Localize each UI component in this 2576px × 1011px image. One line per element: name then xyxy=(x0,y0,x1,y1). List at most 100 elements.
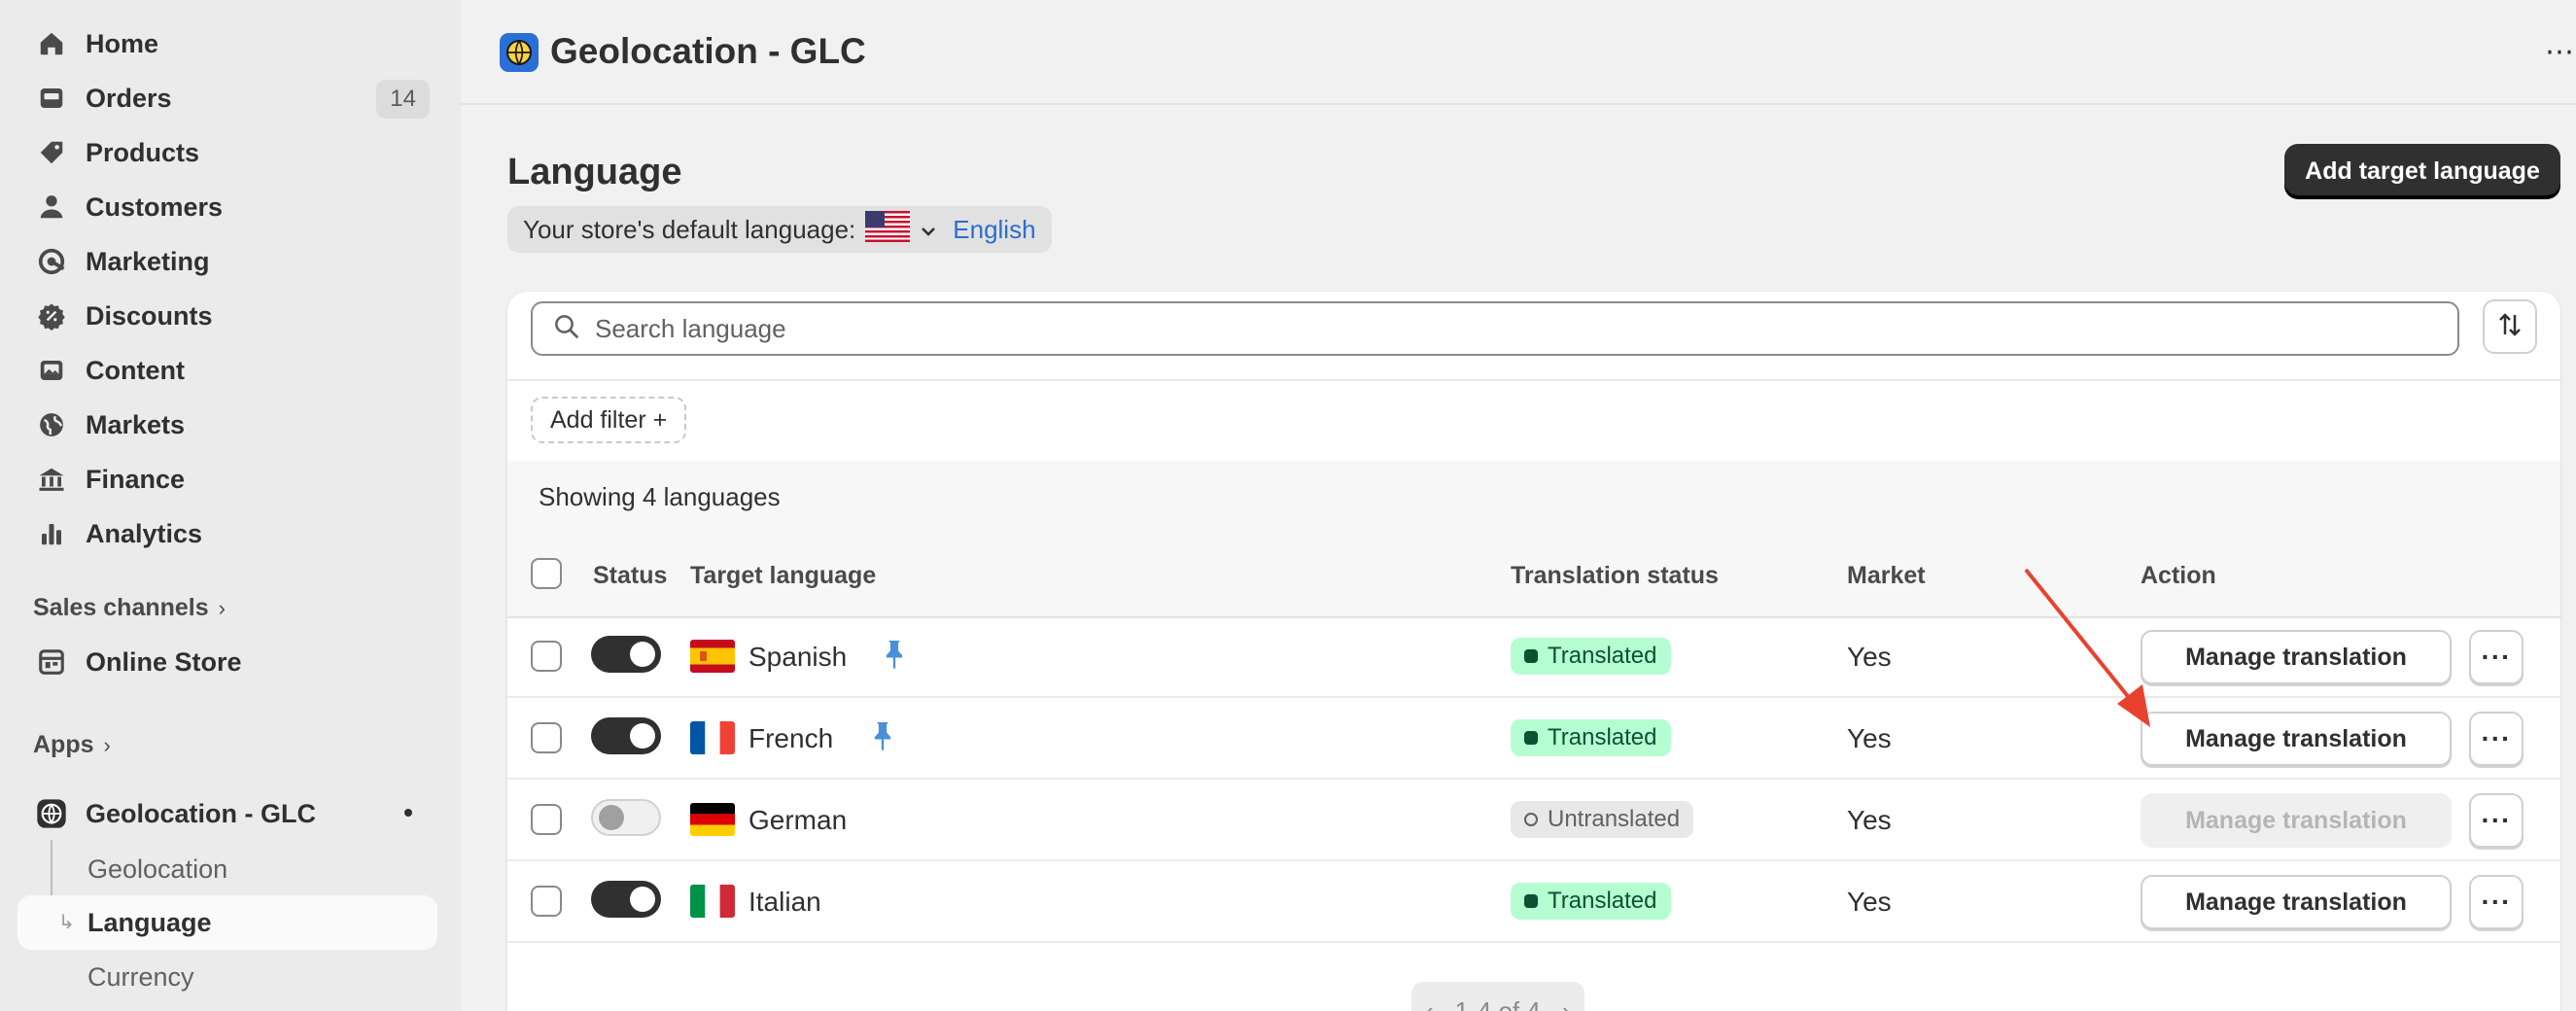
row-more-actions-button[interactable]: ··· xyxy=(2469,875,2524,929)
header-status[interactable]: Status xyxy=(593,562,667,590)
pin-icon[interactable] xyxy=(869,719,896,757)
store-icon xyxy=(35,645,68,679)
apps-label: Apps xyxy=(33,731,94,758)
nav-label: Home xyxy=(86,28,159,58)
nav-products[interactable]: Products xyxy=(17,125,437,180)
nav-orders[interactable]: Orders 14 xyxy=(17,71,437,125)
nav-label: Finance xyxy=(86,464,186,494)
translation-status-badge: Translated xyxy=(1511,638,1671,675)
nav-label: Customers xyxy=(86,192,224,222)
translation-status-badge: Translated xyxy=(1511,883,1671,920)
nav-discounts[interactable]: Discounts xyxy=(17,289,437,343)
pagination: ‹ 1-4 of 4 › xyxy=(1411,982,1584,1011)
row-more-actions-button[interactable]: ··· xyxy=(2469,712,2524,766)
nav-label: Markets xyxy=(86,409,186,439)
row-checkbox[interactable] xyxy=(531,641,562,672)
subnav-language[interactable]: Language xyxy=(17,895,437,950)
pin-icon[interactable] xyxy=(881,638,908,676)
row-checkbox[interactable] xyxy=(531,804,562,835)
nav-marketing[interactable]: Marketing xyxy=(17,234,437,289)
manage-translation-button: Manage translation xyxy=(2141,793,2452,848)
france-flag-icon xyxy=(690,721,735,754)
language-name: Spanish xyxy=(748,642,848,672)
status-dot-icon xyxy=(1524,894,1538,908)
divider xyxy=(507,379,2560,381)
sort-button[interactable] xyxy=(2483,299,2537,354)
person-icon xyxy=(35,191,68,224)
table-row: Spanish Translated Yes Manage translatio… xyxy=(507,616,2560,698)
row-checkbox[interactable] xyxy=(531,886,562,917)
sales-channels-heading[interactable]: Sales channels › xyxy=(33,594,226,622)
prev-page-icon[interactable]: ‹ xyxy=(1425,996,1434,1011)
language-name: French xyxy=(748,723,834,753)
nav-app-geolocation-glc[interactable]: Geolocation - GLC xyxy=(17,786,437,841)
toggle-knob xyxy=(630,887,655,912)
bank-icon xyxy=(35,463,68,496)
status-toggle[interactable] xyxy=(591,636,661,673)
header-translation-status[interactable]: Translation status xyxy=(1511,562,1719,590)
more-icon[interactable]: ⋯ xyxy=(2545,35,2576,69)
market-value: Yes xyxy=(1847,887,1892,917)
ellipsis-icon: ··· xyxy=(2481,723,2512,753)
app-logo-icon xyxy=(500,33,539,72)
status-dot-icon xyxy=(1524,813,1538,826)
row-more-actions-button[interactable]: ··· xyxy=(2469,630,2524,684)
manage-translation-button[interactable]: Manage translation xyxy=(2141,712,2452,766)
nav-label: Online Store xyxy=(86,646,242,677)
nav-content[interactable]: Content xyxy=(17,343,437,398)
app-topbar: Geolocation - GLC ⋯ xyxy=(461,0,2576,105)
search-field[interactable] xyxy=(531,301,2459,356)
add-target-language-button[interactable]: Add target language xyxy=(2284,144,2560,198)
languages-card: Add filter + Showing 4 languages Status … xyxy=(507,292,2560,1011)
ellipsis-icon: ··· xyxy=(2481,642,2512,672)
status-toggle[interactable] xyxy=(591,799,661,836)
chevron-right-icon: › xyxy=(218,595,226,620)
nav-customers[interactable]: Customers xyxy=(17,180,437,234)
nav-label: Products xyxy=(86,137,200,167)
nav-online-store[interactable]: Online Store xyxy=(17,635,437,689)
status-label: Translated xyxy=(1548,888,1657,914)
select-all-checkbox[interactable] xyxy=(531,558,562,589)
nav-label: Discounts xyxy=(86,300,213,331)
translation-status-badge: Untranslated xyxy=(1511,801,1694,838)
manage-translation-button[interactable]: Manage translation xyxy=(2141,630,2452,684)
nav-home[interactable]: Home xyxy=(17,17,437,71)
status-toggle[interactable] xyxy=(591,717,661,754)
nav-label: Marketing xyxy=(86,246,210,276)
ellipsis-icon: ··· xyxy=(2481,805,2512,835)
default-language-bar[interactable]: Your store's default language: English xyxy=(507,206,1052,253)
nav-analytics[interactable]: Analytics xyxy=(17,506,437,561)
header-target-language[interactable]: Target language xyxy=(690,562,876,590)
row-checkbox[interactable] xyxy=(531,722,562,753)
nav-markets[interactable]: Markets xyxy=(17,398,437,452)
apps-heading[interactable]: Apps › xyxy=(33,731,111,759)
sort-arrows-icon xyxy=(2495,310,2524,344)
orders-icon xyxy=(35,82,68,115)
manage-translation-button[interactable]: Manage translation xyxy=(2141,875,2452,929)
add-filter-button[interactable]: Add filter + xyxy=(531,397,687,443)
app-globe-icon xyxy=(35,797,68,830)
pagination-label: 1-4 of 4 xyxy=(1454,995,1541,1011)
header-market[interactable]: Market xyxy=(1847,562,1926,590)
default-language-link[interactable]: English xyxy=(953,215,1035,245)
market-value: Yes xyxy=(1847,642,1892,672)
next-page-icon[interactable]: › xyxy=(1562,996,1571,1011)
germany-flag-icon xyxy=(690,803,735,836)
chevron-down-icon[interactable] xyxy=(920,215,937,245)
market-value: Yes xyxy=(1847,723,1892,753)
default-language-label: Your store's default language: xyxy=(523,214,856,244)
language-name: German xyxy=(748,805,848,835)
status-label: Translated xyxy=(1548,643,1657,669)
toggle-knob xyxy=(599,805,624,830)
subnav-currency[interactable]: Currency xyxy=(87,962,194,993)
search-input[interactable] xyxy=(595,313,2345,344)
tree-hook-icon: ↳ xyxy=(58,912,75,933)
row-more-actions-button[interactable]: ··· xyxy=(2469,793,2524,848)
italy-flag-icon xyxy=(690,885,735,918)
status-toggle[interactable] xyxy=(591,881,661,918)
discount-icon xyxy=(35,299,68,332)
subnav-geolocation[interactable]: Geolocation xyxy=(87,854,227,885)
status-dot-icon xyxy=(1524,731,1538,745)
nav-finance[interactable]: Finance xyxy=(17,452,437,506)
results-summary-bar xyxy=(507,461,2560,533)
